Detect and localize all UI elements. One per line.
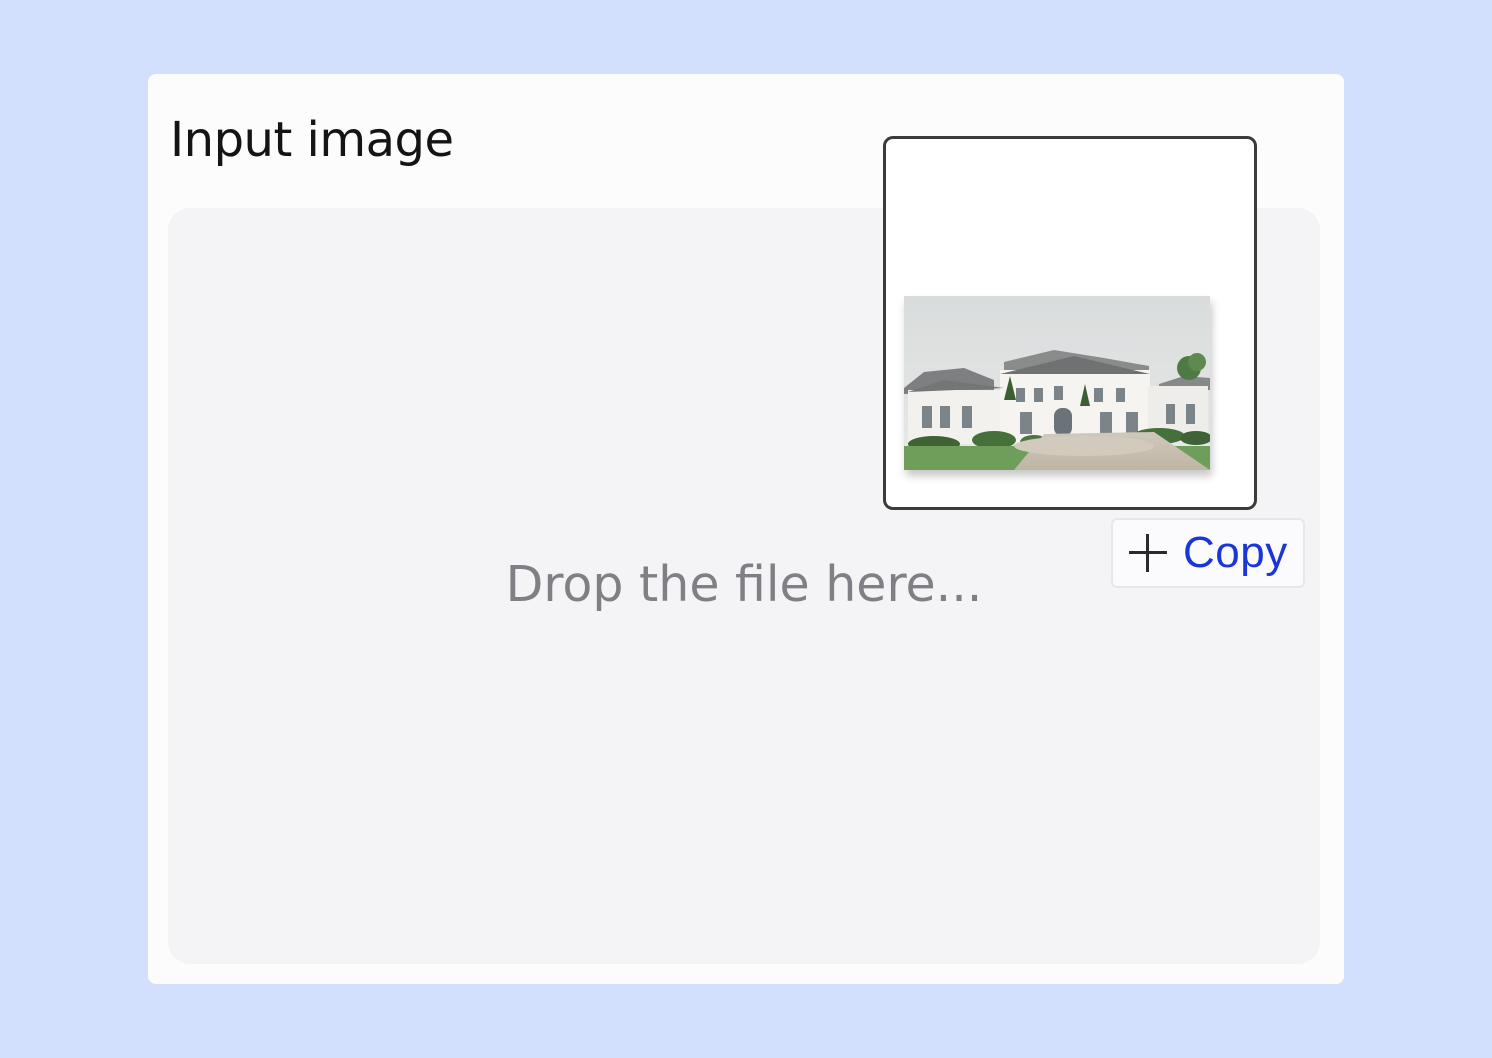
- copy-label: Copy: [1183, 528, 1288, 577]
- plus-icon: [1127, 532, 1169, 574]
- panel-title: Input image: [170, 112, 454, 168]
- house-thumbnail-image: [904, 296, 1210, 470]
- drag-preview-card: [883, 136, 1257, 510]
- copy-cursor-badge: Copy: [1111, 518, 1305, 588]
